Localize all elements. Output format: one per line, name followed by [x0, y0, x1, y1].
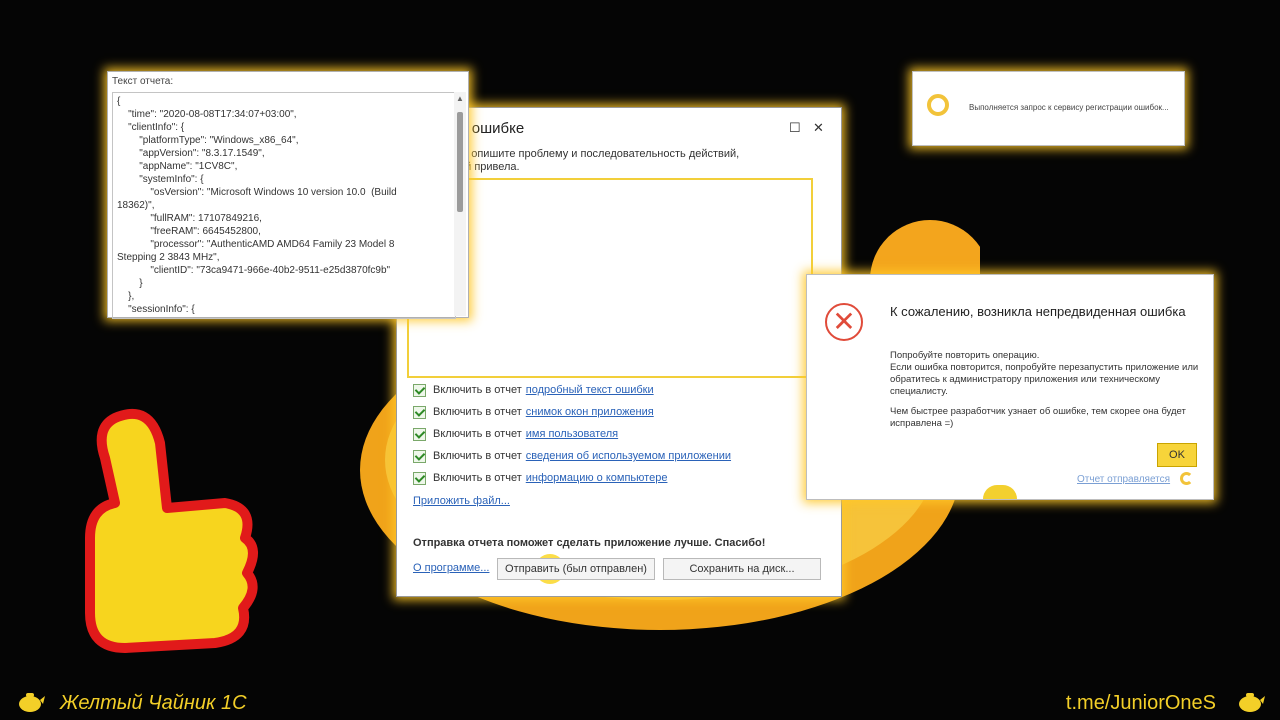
report-text-area[interactable]: { "time": "2020-08-08T17:34:07+03:00", "…	[112, 92, 456, 319]
check-label: Включить в отчет	[433, 384, 522, 396]
description-line-1: а, опишите проблему и последовательность…	[459, 148, 740, 160]
about-program-link[interactable]: О программе...	[413, 562, 489, 574]
check-row-error-text[interactable]: Включить в отчет подробный текст ошибки	[413, 381, 654, 399]
scrollbar[interactable]: ▲	[454, 92, 466, 316]
app-info-link[interactable]: сведения об используемом приложении	[526, 450, 731, 462]
report-json-text: { "time": "2020-08-08T17:34:07+03:00", "…	[117, 96, 397, 315]
window-snapshot-link[interactable]: снимок окон приложения	[526, 406, 654, 418]
checkbox-checked[interactable]	[413, 449, 426, 463]
loading-spinner-icon	[1180, 472, 1193, 485]
checkbox-checked[interactable]	[413, 427, 426, 441]
attach-file-link[interactable]: Приложить файл...	[413, 495, 510, 507]
report-sending-link[interactable]: Отчет отправляется	[1077, 474, 1170, 485]
send-button[interactable]: Отправить (был отправлен)	[497, 558, 655, 580]
loading-spinner-icon	[927, 94, 949, 116]
checkbox-checked[interactable]	[413, 471, 426, 485]
check-label: Включить в отчет	[433, 472, 522, 484]
description-line-2: ей привела.	[459, 161, 520, 173]
teapot-logo-icon	[1239, 693, 1265, 712]
report-text-panel: Текст отчета: { "time": "2020-08-08T17:3…	[107, 71, 469, 319]
error-title: К сожалению, возникла непредвиденная оши…	[890, 304, 1186, 319]
error-message-hint: Чем быстрее разработчик узнает об ошибке…	[890, 406, 1186, 429]
telegram-link[interactable]: t.me/JuniorOneS	[1066, 692, 1216, 715]
scroll-up-icon[interactable]: ▲	[456, 94, 464, 103]
error-dialog: ✕ К сожалению, возникла непредвиденная о…	[806, 274, 1214, 500]
checkbox-checked[interactable]	[413, 383, 426, 397]
save-to-disk-button[interactable]: Сохранить на диск...	[663, 558, 821, 580]
report-text-label: Текст отчета:	[112, 76, 174, 87]
progress-text: Выполняется запрос к сервису регистрации…	[969, 103, 1169, 112]
check-row-username[interactable]: Включить в отчет имя пользователя	[413, 425, 618, 443]
close-button[interactable]: ✕	[813, 120, 824, 136]
scrollbar-thumb[interactable]	[457, 112, 463, 212]
ok-button[interactable]: OK	[1157, 443, 1197, 467]
check-row-computer-info[interactable]: Включить в отчет информацию о компьютере	[413, 469, 667, 487]
error-text-link[interactable]: подробный текст ошибки	[526, 384, 654, 396]
teapot-logo-icon	[19, 693, 45, 712]
checkbox-checked[interactable]	[413, 405, 426, 419]
error-cross-icon: ✕	[825, 303, 863, 341]
check-row-window-snapshot[interactable]: Включить в отчет снимок окон приложения	[413, 403, 654, 421]
computer-info-link[interactable]: информацию о компьютере	[526, 472, 668, 484]
error-message-line-2: Если ошибка повторится, попробуйте перез…	[890, 362, 1199, 397]
thanks-text: Отправка отчета поможет сделать приложен…	[413, 537, 766, 549]
cursor-highlight	[983, 485, 1017, 499]
username-link[interactable]: имя пользователя	[526, 428, 618, 440]
channel-name: Желтый Чайник 1С	[60, 692, 247, 714]
thumbs-up-icon	[85, 409, 258, 653]
check-label: Включить в отчет	[433, 450, 522, 462]
check-row-app-info[interactable]: Включить в отчет сведения об используемо…	[413, 447, 731, 465]
progress-panel: Выполняется запрос к сервису регистрации…	[912, 71, 1185, 146]
check-label: Включить в отчет	[433, 428, 522, 440]
check-label: Включить в отчет	[433, 406, 522, 418]
error-message-line-1: Попробуйте повторить операцию.	[890, 350, 1040, 361]
dialog-description: а, опишите проблему и последовательность…	[459, 148, 819, 174]
footer-bar: Желтый Чайник 1С t.me/JuniorOneS	[0, 684, 1280, 720]
maximize-button[interactable]: ☐	[789, 120, 801, 136]
